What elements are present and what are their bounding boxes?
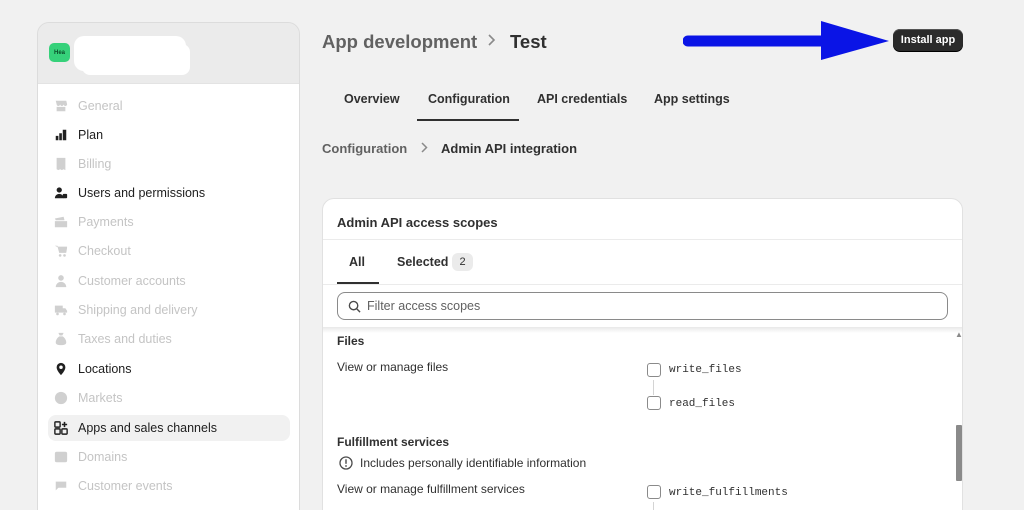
- sidebar-item-label: Plan: [78, 128, 104, 142]
- sidebar-item-billing[interactable]: Billing: [48, 151, 290, 177]
- sidebar-item-label: General: [78, 99, 123, 113]
- sidebar-item-label: Payments: [78, 215, 134, 229]
- sidebar-item-label: Checkout: [78, 244, 131, 258]
- section-description: View or manage files: [337, 360, 449, 374]
- sidebar-item-general[interactable]: General: [48, 93, 290, 119]
- info-icon: [339, 456, 353, 470]
- section-title-files: Files: [337, 334, 365, 348]
- pii-notice: Includes personally identifiable informa…: [339, 456, 586, 470]
- truck-icon: [54, 303, 68, 317]
- tree-connector: [653, 502, 654, 510]
- cart-icon: [54, 244, 68, 258]
- sub-breadcrumb-parent-link[interactable]: Configuration: [322, 141, 407, 156]
- sidebar-item-label: Domains: [78, 450, 128, 464]
- tab-api-credentials[interactable]: API credentials: [537, 92, 627, 106]
- divider: [323, 284, 962, 285]
- domains-icon: [54, 450, 68, 464]
- filter-scopes-input[interactable]: [367, 299, 927, 313]
- sub-breadcrumb-current: Admin API integration: [441, 141, 578, 156]
- scrollbar-thumb[interactable]: [956, 425, 962, 481]
- sidebar-item-label: Customer events: [78, 479, 173, 493]
- scope-label: write_fulfillments: [669, 487, 788, 499]
- person-icon: [54, 274, 68, 288]
- sidebar-item-domains[interactable]: Domains: [48, 444, 290, 470]
- location-pin-icon: [54, 362, 68, 376]
- sidebar-item-shipping[interactable]: Shipping and delivery: [48, 297, 290, 323]
- store-header[interactable]: Hea: [38, 23, 299, 83]
- sidebar-item-plan[interactable]: Plan: [48, 122, 290, 148]
- page-title: Test: [510, 31, 547, 52]
- section-title-fulfillment: Fulfillment services: [337, 435, 450, 449]
- active-tab-indicator: [417, 119, 519, 121]
- store-name-redacted: [74, 36, 186, 71]
- scope-label: read_files: [669, 398, 736, 410]
- sidebar-item-label: Users and permissions: [78, 186, 206, 200]
- scroll-up-icon[interactable]: ▲: [955, 330, 962, 339]
- breadcrumb-parent-link[interactable]: App development: [322, 31, 477, 53]
- payments-icon: [54, 215, 68, 229]
- money-bag-icon: [54, 332, 68, 346]
- selected-count-badge: 2: [452, 253, 473, 271]
- events-icon: [54, 479, 68, 493]
- write-files-checkbox[interactable]: [647, 363, 661, 377]
- access-scopes-card: Admin API access scopes All Selected 2 ▲…: [322, 198, 963, 510]
- sidebar-item-label: Customer accounts: [78, 274, 186, 288]
- billing-icon: [54, 157, 68, 171]
- sidebar-item-taxes[interactable]: Taxes and duties: [48, 326, 290, 352]
- sidebar-item-checkout[interactable]: Checkout: [48, 238, 290, 264]
- apps-icon: [54, 421, 68, 435]
- search-icon: [348, 300, 361, 313]
- tab-all[interactable]: All: [349, 255, 365, 269]
- filter-scopes-field[interactable]: [337, 292, 948, 320]
- sidebar-item-locations[interactable]: Locations: [48, 356, 290, 382]
- scope-label: write_files: [669, 364, 742, 376]
- sidebar-item-apps[interactable]: Apps and sales channels: [48, 415, 290, 441]
- tree-connector: [653, 380, 654, 395]
- store-icon: [54, 99, 68, 113]
- settings-sidebar: Hea General Plan Billing Users and permi…: [37, 22, 300, 510]
- sidebar-item-label: Markets: [78, 391, 123, 405]
- sidebar-item-users[interactable]: Users and permissions: [48, 180, 290, 206]
- card-title: Admin API access scopes: [337, 215, 498, 230]
- sidebar-nav: General Plan Billing Users and permissio…: [38, 83, 299, 510]
- sidebar-item-markets[interactable]: Markets: [48, 385, 290, 411]
- sidebar-item-payments[interactable]: Payments: [48, 209, 290, 235]
- sidebar-item-label: Apps and sales channels: [78, 421, 217, 435]
- scroll-shadow: [323, 327, 962, 333]
- tab-overview[interactable]: Overview: [344, 92, 400, 106]
- globe-icon: [54, 391, 68, 405]
- sidebar-item-label: Shipping and delivery: [78, 303, 198, 317]
- sidebar-item-label: Locations: [78, 362, 132, 376]
- users-icon: [54, 186, 68, 200]
- section-description: View or manage fulfillment services: [337, 482, 525, 496]
- store-avatar: Hea: [49, 43, 70, 62]
- sidebar-item-customer-events[interactable]: Customer events: [48, 473, 290, 499]
- tab-app-settings[interactable]: App settings: [654, 92, 730, 106]
- sidebar-item-label: Taxes and duties: [78, 332, 172, 346]
- read-files-checkbox[interactable]: [647, 396, 661, 410]
- tab-selected[interactable]: Selected: [397, 255, 448, 269]
- sidebar-item-label: Billing: [78, 157, 112, 171]
- install-app-button[interactable]: Install app: [893, 29, 963, 51]
- tab-configuration[interactable]: Configuration: [428, 92, 510, 106]
- annotation-arrow-icon: [683, 21, 889, 60]
- chevron-right-icon: [420, 141, 429, 157]
- pii-notice-text: Includes personally identifiable informa…: [360, 456, 587, 470]
- sidebar-item-customer-accounts[interactable]: Customer accounts: [48, 268, 290, 294]
- plan-icon: [54, 128, 68, 142]
- write-fulfillments-checkbox[interactable]: [647, 485, 661, 499]
- chevron-right-icon: [487, 33, 497, 52]
- divider: [323, 239, 962, 240]
